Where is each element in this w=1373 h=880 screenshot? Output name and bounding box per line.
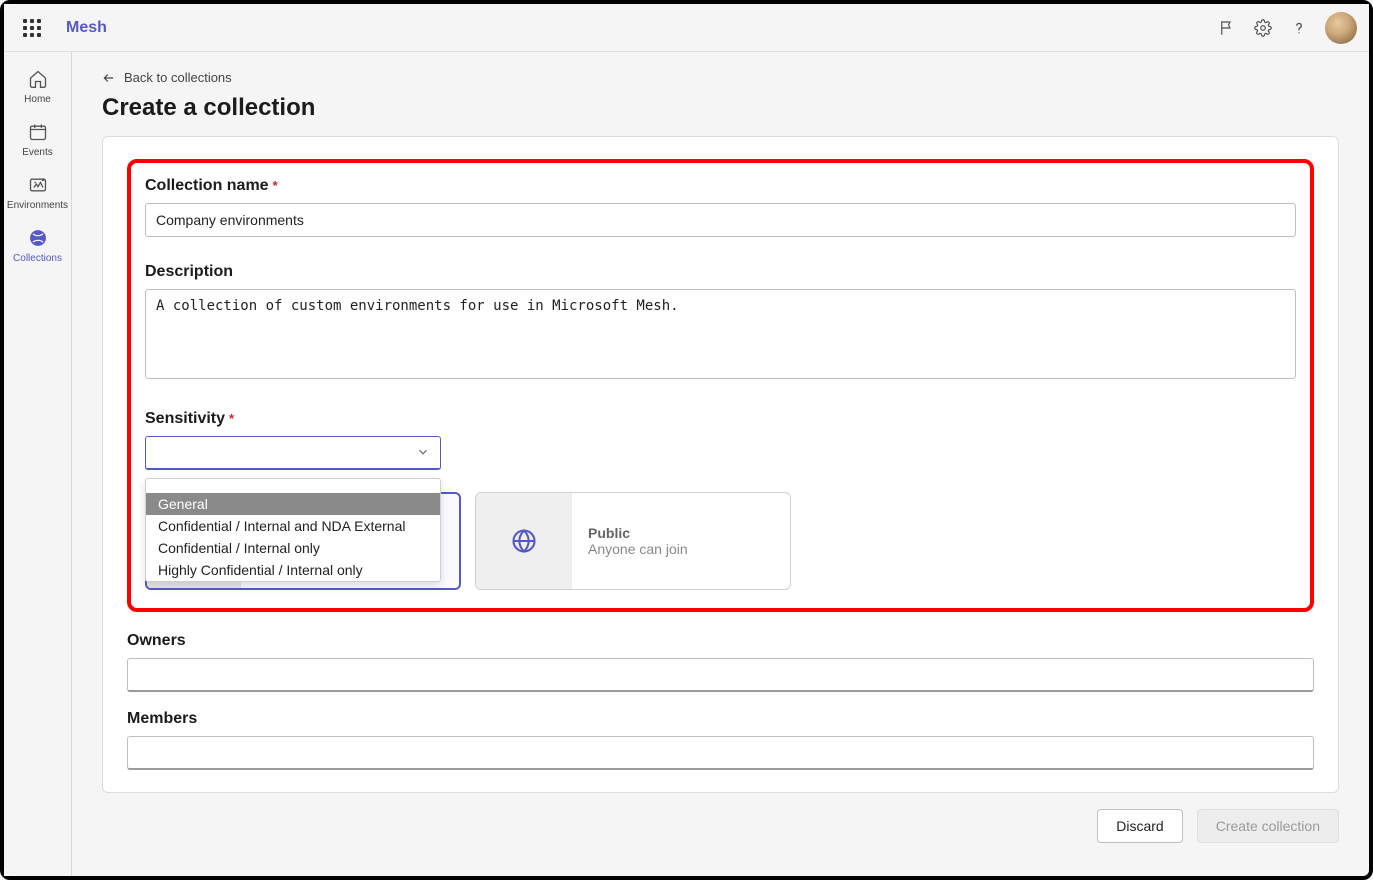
- sensitivity-dropdown: General Confidential / Internal and NDA …: [145, 478, 441, 582]
- chevron-down-icon: [416, 445, 430, 459]
- owners-label: Owners: [127, 632, 1314, 650]
- required-mark: *: [273, 178, 278, 193]
- nav-item-home[interactable]: Home: [6, 60, 70, 113]
- back-label: Back to collections: [124, 70, 232, 85]
- help-icon: [1290, 19, 1308, 37]
- calendar-icon: [27, 121, 49, 143]
- page-title: Create a collection: [102, 94, 1339, 122]
- sensitivity-option-general[interactable]: General: [146, 493, 440, 515]
- arrow-left-icon: [102, 71, 116, 85]
- environments-icon: [27, 174, 49, 196]
- footer-actions: Discard Create collection: [102, 809, 1339, 843]
- sensitivity-label: Sensitivity *: [145, 410, 1296, 428]
- gear-icon: [1254, 19, 1272, 37]
- waffle-icon: [23, 19, 41, 37]
- avatar[interactable]: [1325, 12, 1357, 44]
- nav-label: Environments: [7, 200, 68, 211]
- app-title: Mesh: [66, 19, 107, 37]
- globe-icon: [510, 527, 538, 555]
- discard-button[interactable]: Discard: [1097, 809, 1182, 843]
- description-label: Description: [145, 263, 1296, 281]
- nav-label: Collections: [13, 253, 62, 264]
- privacy-title: Public: [588, 525, 688, 541]
- sensitivity-option-confidential-nda[interactable]: Confidential / Internal and NDA External: [146, 515, 440, 537]
- create-collection-card: Collection name * Description Sensitivit…: [102, 136, 1339, 793]
- owners-input[interactable]: [127, 658, 1314, 692]
- members-input[interactable]: [127, 736, 1314, 770]
- collection-name-input[interactable]: [145, 203, 1296, 237]
- sensitivity-option-highly-confidential[interactable]: Highly Confidential / Internal only: [146, 559, 440, 581]
- privacy-option-public[interactable]: Public Anyone can join: [475, 492, 791, 590]
- collections-icon: [27, 227, 49, 249]
- flag-button[interactable]: [1209, 10, 1245, 46]
- required-mark: *: [229, 411, 234, 426]
- sensitivity-select[interactable]: [145, 436, 441, 470]
- app-launcher-button[interactable]: [16, 12, 48, 44]
- left-nav: Home Events Environments Collections: [4, 52, 72, 876]
- create-collection-button[interactable]: Create collection: [1197, 809, 1339, 843]
- description-textarea[interactable]: [145, 289, 1296, 379]
- privacy-subtitle: Anyone can join: [588, 541, 688, 557]
- collection-name-label: Collection name *: [145, 177, 1296, 195]
- nav-label: Events: [22, 147, 53, 158]
- help-button[interactable]: [1281, 10, 1317, 46]
- nav-item-collections[interactable]: Collections: [6, 219, 70, 272]
- flag-icon: [1218, 19, 1236, 37]
- topbar: Mesh: [4, 4, 1369, 52]
- main-content: Back to collections Create a collection …: [72, 52, 1369, 876]
- highlighted-section: Collection name * Description Sensitivit…: [127, 159, 1314, 612]
- nav-item-events[interactable]: Events: [6, 113, 70, 166]
- back-to-collections-link[interactable]: Back to collections: [102, 66, 232, 89]
- settings-button[interactable]: [1245, 10, 1281, 46]
- members-label: Members: [127, 710, 1314, 728]
- nav-item-environments[interactable]: Environments: [6, 166, 70, 219]
- home-icon: [27, 68, 49, 90]
- sensitivity-option-confidential-internal[interactable]: Confidential / Internal only: [146, 537, 440, 559]
- nav-label: Home: [24, 94, 51, 105]
